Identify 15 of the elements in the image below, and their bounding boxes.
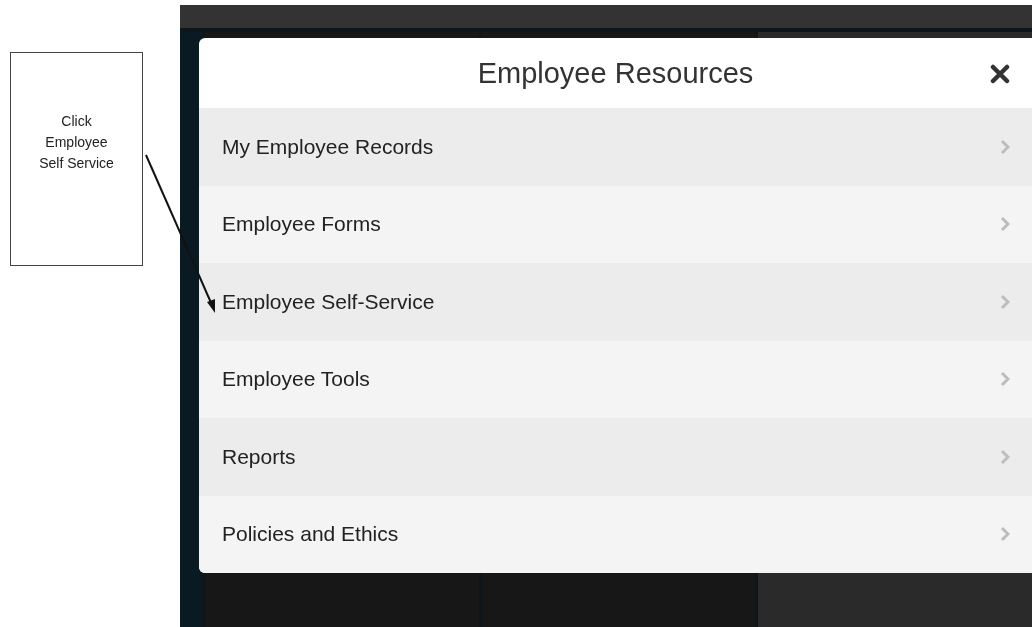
dialog-title: Employee Resources <box>477 56 754 90</box>
chevron-right-icon <box>1000 526 1010 543</box>
menu-item[interactable]: Employee Tools <box>199 340 1032 418</box>
chevron-right-icon <box>1000 138 1010 155</box>
chevron-right-icon <box>1000 371 1010 388</box>
menu-item[interactable]: Policies and Ethics <box>199 495 1032 573</box>
callout-text: Click Employee Self Service <box>38 112 115 173</box>
chevron-right-icon <box>1000 216 1010 233</box>
menu-item[interactable]: Employee Forms <box>199 185 1032 263</box>
menu-item[interactable]: My Employee Records <box>199 108 1032 186</box>
chevron-right-icon <box>1000 448 1010 465</box>
menu-item[interactable]: Reports <box>199 418 1032 496</box>
chevron-right-icon <box>1000 293 1010 310</box>
close-icon[interactable] <box>990 64 1010 84</box>
menu-item[interactable]: Employee Self-Service <box>199 263 1032 341</box>
